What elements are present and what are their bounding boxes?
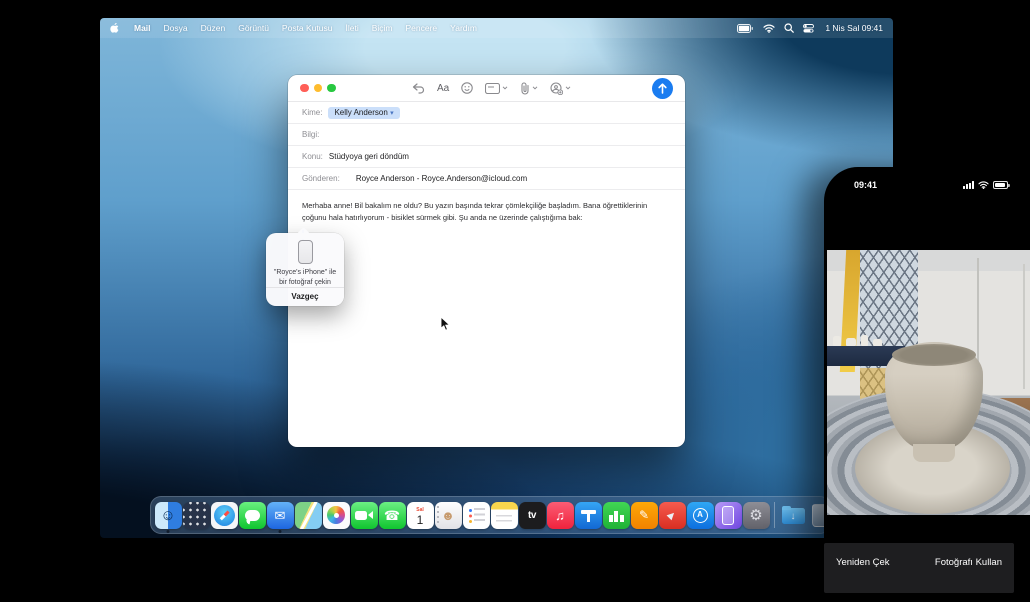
apple-tv-dock-icon[interactable]: tv: [518, 497, 546, 533]
numbers-dock-icon[interactable]: [602, 497, 630, 533]
calendar-dock-icon[interactable]: Sal1: [406, 497, 434, 533]
iphone-clock: 09:41: [854, 180, 877, 190]
notes-dock-icon[interactable]: [490, 497, 518, 533]
downloads-folder-dock-icon[interactable]: ↓: [779, 497, 807, 533]
menu-posta-kutusu[interactable]: Posta Kutusu: [282, 23, 333, 33]
header-fields-button[interactable]: [485, 83, 508, 94]
iphone-device-app-dock-icon[interactable]: [714, 497, 742, 533]
to-field[interactable]: Kime: Kelly Anderson ▾: [288, 102, 685, 124]
rocket-app-dock-icon[interactable]: ▲: [658, 497, 686, 533]
send-button[interactable]: [652, 78, 673, 99]
menu-düzen[interactable]: Düzen: [201, 23, 226, 33]
control-center-icon[interactable]: [803, 24, 814, 33]
attach-button[interactable]: [520, 82, 538, 95]
dock-divider: [774, 502, 775, 528]
menu-bar: Mail Dosya Düzen Görüntü Posta Kutusu İleti Bi…: [100, 18, 893, 38]
safari-dock-icon[interactable]: [210, 497, 238, 533]
cc-field[interactable]: Bilgi:: [288, 124, 685, 146]
from-value: Royce Anderson - Royce.Anderson@icloud.c…: [356, 174, 527, 183]
system-settings-dock-icon[interactable]: ⚙: [742, 497, 770, 533]
menu-items: Mail Dosya Düzen Görüntü Posta Kutusu İleti Bi…: [134, 23, 490, 33]
insert-photo-button[interactable]: [550, 82, 571, 95]
shelf-pottery: [833, 334, 893, 346]
format-button[interactable]: Aa: [437, 83, 449, 94]
close-button[interactable]: [300, 84, 309, 93]
search-icon[interactable]: [784, 23, 794, 33]
cc-label: Bilgi:: [302, 130, 319, 139]
chevron-down-icon: [565, 86, 571, 90]
emoji-button[interactable]: [461, 82, 473, 94]
maps-dock-icon[interactable]: [294, 497, 322, 533]
subject-value: Stüdyoya geri döndüm: [329, 152, 409, 161]
wifi-icon: [978, 181, 989, 189]
undo-icon[interactable]: [412, 83, 425, 94]
clay-pot: [885, 342, 983, 450]
window-controls: [300, 84, 336, 93]
menu-yardım[interactable]: Yardım: [450, 23, 477, 33]
app-store-dock-icon[interactable]: A: [686, 497, 714, 533]
from-label: Gönderen:: [302, 174, 340, 183]
screen: Mail Dosya Düzen Görüntü Posta Kutusu İleti Bi…: [0, 0, 1030, 602]
dock: ☺ ✉ ☎Sal1☻ tv♫ ✎▲A ⚙↓: [150, 496, 831, 534]
send-arrow-icon: [658, 83, 667, 94]
keynote-dock-icon[interactable]: [574, 497, 602, 533]
chevron-down-icon: [532, 86, 538, 90]
subject-field[interactable]: Konu: Stüdyoya geri döndüm: [288, 146, 685, 168]
iphone-icon: [298, 240, 313, 264]
iphone-status-bar: 09:41: [824, 177, 1030, 193]
camera-action-bar: Yeniden Çek Fotoğrafı Kullan: [824, 543, 1014, 593]
chevron-down-icon: [502, 86, 508, 90]
battery-icon: [993, 181, 1008, 189]
message-body[interactable]: Merhaba anne! Bil bakalım ne oldu? Bu ya…: [288, 190, 663, 223]
to-label: Kime:: [302, 108, 322, 117]
contacts-dock-icon[interactable]: ☻: [434, 497, 462, 533]
battery-icon[interactable]: [737, 24, 754, 33]
phone-dock-icon[interactable]: ☎: [378, 497, 406, 533]
open-indicator: [167, 530, 170, 533]
mail-compose-window: Aa: [288, 75, 685, 447]
reminders-dock-icon[interactable]: [462, 497, 490, 533]
photos-dock-icon[interactable]: [322, 497, 350, 533]
camera-photo-preview: [827, 250, 1030, 515]
open-indicator: [279, 530, 282, 533]
zoom-button[interactable]: [327, 84, 336, 93]
subject-label: Konu:: [302, 152, 323, 161]
menu-dosya[interactable]: Dosya: [164, 23, 188, 33]
popup-message: "Royce's iPhone" ile bir fotoğraf çekin: [266, 268, 344, 287]
launchpad-dock-icon[interactable]: [182, 497, 210, 533]
recipient-chip[interactable]: Kelly Anderson ▾: [328, 107, 399, 119]
mail-dock-icon[interactable]: ✉: [266, 497, 294, 533]
from-field[interactable]: Gönderen: Royce Anderson - Royce.Anderso…: [288, 168, 685, 190]
menu-pencere[interactable]: Pencere: [406, 23, 438, 33]
iphone-screen: 09:41 Yeniden Çek: [824, 167, 1030, 602]
wifi-icon[interactable]: [763, 24, 775, 33]
door-panel-line: [1023, 264, 1025, 389]
cancel-button[interactable]: Vazgeç: [266, 287, 344, 306]
cellular-signal-icon: [963, 181, 974, 189]
minimize-button[interactable]: [314, 84, 323, 93]
music-dock-icon[interactable]: ♫: [546, 497, 574, 533]
mouse-cursor-icon: [440, 316, 451, 332]
chip-chevron-icon: ▾: [390, 110, 394, 117]
dock-icons: ☺ ✉ ☎Sal1☻ tv♫ ✎▲A ⚙↓: [154, 497, 835, 533]
menu-clock[interactable]: 1 Nis Sal 09:41: [825, 23, 883, 33]
menu-i̇leti[interactable]: İleti: [345, 23, 358, 33]
finder-dock-icon[interactable]: ☺: [154, 497, 182, 533]
menu-mail[interactable]: Mail: [134, 23, 151, 33]
menu-görüntü[interactable]: Görüntü: [238, 23, 269, 33]
menu-biçim[interactable]: Biçim: [372, 23, 393, 33]
messages-dock-icon[interactable]: [238, 497, 266, 533]
pages-dock-icon[interactable]: ✎: [630, 497, 658, 533]
mac-desktop: Mail Dosya Düzen Görüntü Posta Kutusu İleti Bi…: [100, 18, 893, 538]
use-photo-button[interactable]: Fotoğrafı Kullan: [935, 557, 1002, 568]
continuity-camera-popup: "Royce's iPhone" ile bir fotoğraf çekin …: [266, 233, 344, 306]
mail-toolbar: Aa: [288, 75, 685, 102]
apple-menu-icon[interactable]: [110, 22, 121, 34]
retake-button[interactable]: Yeniden Çek: [836, 557, 890, 568]
facetime-dock-icon[interactable]: [350, 497, 378, 533]
